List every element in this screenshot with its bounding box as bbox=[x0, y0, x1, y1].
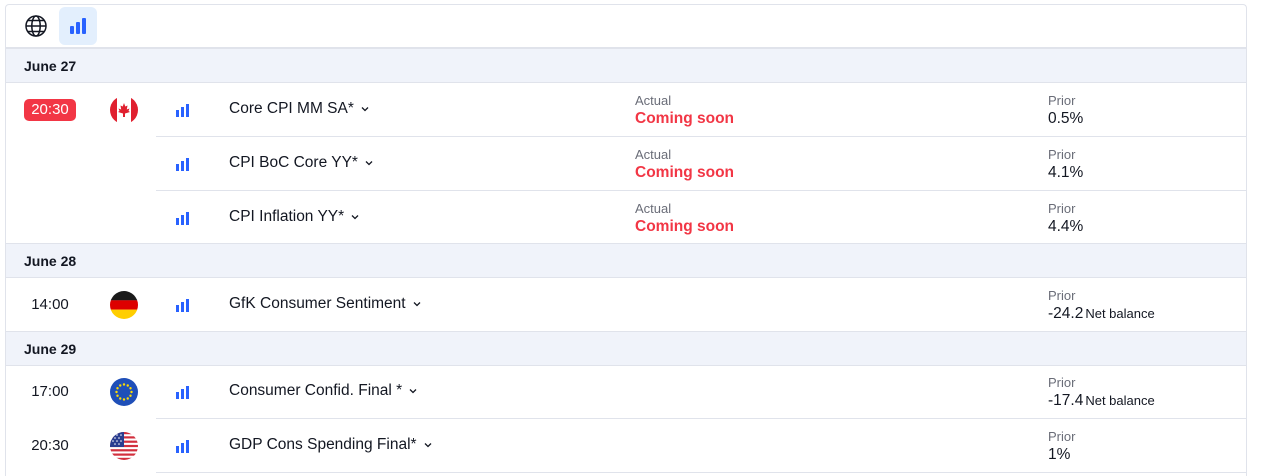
canada-flag-icon bbox=[110, 96, 138, 124]
date-header: June 27 bbox=[6, 48, 1246, 83]
prior-value: -24.2 Net balance bbox=[1048, 305, 1155, 322]
event-name-text: GfK Consumer Sentiment bbox=[229, 295, 406, 312]
event-name[interactable]: GDP Cons Spending Final* bbox=[229, 436, 433, 454]
economic-calendar-panel: June 27 20:30 Core CPI MM SA* Actual Com… bbox=[5, 4, 1247, 476]
event-name[interactable]: CPI Inflation YY* bbox=[229, 208, 360, 226]
event-time: 20:30 bbox=[31, 437, 69, 454]
importance-icon bbox=[176, 211, 190, 230]
prior-value: 4.4% bbox=[1048, 218, 1084, 235]
actual-label: Actual bbox=[635, 93, 672, 108]
actual-block: Actual Coming soon bbox=[635, 201, 734, 236]
date-header: June 29 bbox=[6, 331, 1246, 366]
event-row[interactable]: 17:00 Consumer Confid. Final * Prior -17… bbox=[6, 365, 1246, 419]
date-label: June 28 bbox=[24, 253, 77, 269]
germany-flag-icon bbox=[110, 291, 138, 319]
chevron-down-icon bbox=[365, 161, 373, 166]
prior-block: Prior -17.4 Net balance bbox=[1048, 375, 1155, 410]
chevron-down-icon bbox=[424, 443, 432, 448]
event-row[interactable]: 14:00 GfK Consumer Sentiment Prior -24.2… bbox=[6, 278, 1246, 332]
usa-flag-icon bbox=[110, 432, 138, 460]
event-row[interactable]: CPI Inflation YY* Actual Coming soon Pri… bbox=[6, 191, 1246, 245]
chevron-down-icon bbox=[361, 107, 369, 112]
event-name-text: GDP Cons Spending Final* bbox=[229, 436, 417, 453]
importance-icon bbox=[176, 103, 190, 122]
event-time: 14:00 bbox=[31, 296, 69, 313]
prior-value: -17.4 Net balance bbox=[1048, 392, 1155, 409]
prior-value: 4.1% bbox=[1048, 164, 1084, 181]
prior-block: Prior 1% bbox=[1048, 429, 1075, 464]
event-name-text: CPI Inflation YY* bbox=[229, 208, 345, 225]
event-name-text: Consumer Confid. Final * bbox=[229, 382, 403, 399]
event-row[interactable]: 20:30 GDP Cons Spending Final* Prior 1% bbox=[6, 419, 1246, 473]
prior-label: Prior bbox=[1048, 288, 1076, 303]
prior-label: Prior bbox=[1048, 147, 1076, 162]
actual-value: Coming soon bbox=[635, 164, 735, 181]
importance-filter-button[interactable] bbox=[59, 7, 97, 45]
actual-block: Actual Coming soon bbox=[635, 147, 734, 182]
date-header: June 28 bbox=[6, 243, 1246, 278]
prior-unit: Net balance bbox=[1085, 393, 1155, 408]
actual-label: Actual bbox=[635, 147, 672, 162]
chevron-down-icon bbox=[351, 215, 359, 220]
actual-label: Actual bbox=[635, 201, 672, 216]
date-label: June 29 bbox=[24, 341, 77, 357]
date-label: June 27 bbox=[24, 58, 77, 74]
importance-icon bbox=[176, 298, 190, 317]
event-name-text: Core CPI MM SA* bbox=[229, 100, 354, 117]
prior-label: Prior bbox=[1048, 201, 1076, 216]
bar-chart-icon bbox=[70, 18, 86, 34]
prior-value: 0.5% bbox=[1048, 110, 1084, 127]
event-row[interactable]: CPI BoC Core YY* Actual Coming soon Prio… bbox=[6, 137, 1246, 191]
event-time: 17:00 bbox=[31, 383, 69, 400]
actual-block: Actual Coming soon bbox=[635, 93, 734, 128]
event-time-live: 20:30 bbox=[24, 99, 76, 121]
globe-button[interactable] bbox=[17, 7, 55, 45]
event-name[interactable]: Core CPI MM SA* bbox=[229, 100, 370, 118]
prior-block: Prior -24.2 Net balance bbox=[1048, 288, 1155, 323]
event-name-text: CPI BoC Core YY* bbox=[229, 154, 358, 171]
prior-label: Prior bbox=[1048, 375, 1076, 390]
importance-icon bbox=[176, 439, 190, 458]
importance-icon bbox=[176, 385, 190, 404]
eu-flag-icon bbox=[110, 378, 138, 406]
prior-unit: Net balance bbox=[1085, 306, 1155, 321]
event-name[interactable]: Consumer Confid. Final * bbox=[229, 382, 418, 400]
importance-icon bbox=[176, 157, 190, 176]
event-row[interactable]: 20:30 Core CPI MM SA* Actual Coming soon… bbox=[6, 83, 1246, 137]
prior-block: Prior 4.4% bbox=[1048, 201, 1083, 236]
toolbar bbox=[6, 5, 1246, 48]
event-name[interactable]: GfK Consumer Sentiment bbox=[229, 295, 422, 313]
prior-value: 1% bbox=[1048, 446, 1071, 463]
actual-value: Coming soon bbox=[635, 218, 735, 235]
actual-value: Coming soon bbox=[635, 110, 735, 127]
prior-block: Prior 4.1% bbox=[1048, 147, 1083, 182]
event-name[interactable]: CPI BoC Core YY* bbox=[229, 154, 374, 172]
globe-icon bbox=[25, 15, 47, 37]
prior-block: Prior 0.5% bbox=[1048, 93, 1083, 128]
prior-label: Prior bbox=[1048, 93, 1076, 108]
chevron-down-icon bbox=[413, 302, 421, 307]
chevron-down-icon bbox=[409, 389, 417, 394]
prior-label: Prior bbox=[1048, 429, 1076, 444]
